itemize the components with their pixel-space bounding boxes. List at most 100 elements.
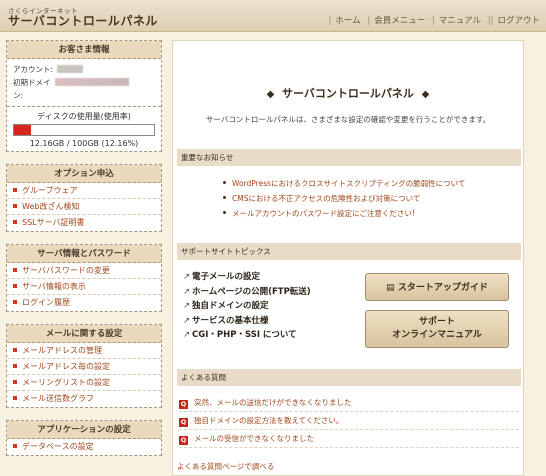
sidebar-link[interactable]: メールアドレスの管理: [22, 346, 102, 355]
topics-list: ↗ 電子メールの設定 ↗ ホームページの公開(FTP転送) ↗ 独自ドメインの設定 ↗…: [183, 270, 311, 343]
domain-label-cont: ン:: [13, 91, 24, 100]
book-icon: ▤: [386, 283, 395, 293]
startup-guide-button[interactable]: ▤ スタートアップガイド: [365, 273, 509, 301]
server-heading: サーバ情報とパスワード: [7, 245, 161, 263]
faq-link[interactable]: 独自ドメインの設定方法を教えてください。: [194, 416, 343, 425]
bullet-icon: [223, 211, 226, 214]
sidebar-link[interactable]: サーバ情報の表示: [22, 282, 86, 291]
news-link[interactable]: メールアカウントのパスワード設定にご注意ください!: [232, 209, 415, 218]
topic-item[interactable]: ↗ ホームページの公開(FTP転送): [183, 285, 311, 300]
mail-heading: メールに関する設定: [7, 325, 161, 343]
account-label: アカウント:: [13, 65, 54, 74]
header-bar: さくらインターネット サーバコントロールパネル | ホーム | 会員メニュー | マニ…: [0, 0, 546, 32]
sidebar-item-mail-graph[interactable]: メール送信数グラフ: [7, 391, 161, 407]
news-heading: 重要なお知らせ: [177, 149, 521, 166]
sidebar-link[interactable]: サーバパスワードの変更: [22, 266, 110, 275]
faq-item: Q 独自ドメインの設定方法を教えてください。: [179, 412, 519, 430]
sidebar-item-groupware[interactable]: グループウェア: [7, 183, 161, 199]
account-box: お客さま情報 アカウント: 初期ドメイ ン: ディスクの使用量(使用率) 12.…: [6, 40, 162, 152]
bullet-icon: [13, 204, 17, 208]
external-link-icon: ↗: [183, 286, 191, 297]
sidebar-item-mailing-list[interactable]: メーリングリストの設定: [7, 375, 161, 391]
diamond-icon: ◆: [421, 89, 430, 100]
diamond-icon: ◆: [266, 89, 275, 100]
faq-link[interactable]: メールの受信ができなくなりました: [194, 434, 314, 443]
page-subtitle: サーバコントロールパネルは、さまざまな設定の確認や変更を行うことができます。: [205, 115, 491, 124]
bullet-icon: [13, 380, 17, 384]
bullet-icon: [13, 284, 17, 288]
sidebar-item-mail-address[interactable]: メールアドレスの管理: [7, 343, 161, 359]
disk-usage-fill: [14, 125, 32, 135]
bullet-icon: [13, 348, 17, 352]
bullet-icon: [13, 396, 17, 400]
news-item: メールアカウントのパスワード設定にご注意ください!: [223, 206, 465, 221]
bullet-icon: [13, 444, 17, 448]
sidebar-link[interactable]: Web改ざん検知: [22, 202, 79, 211]
sidebar-link[interactable]: グループウェア: [22, 186, 78, 195]
question-icon: Q: [179, 436, 188, 445]
sidebar-item-mail-settings[interactable]: メールアドレス毎の設定: [7, 359, 161, 375]
account-heading: お客さま情報: [7, 41, 161, 59]
bullet-icon: [13, 268, 17, 272]
account-value-redacted: [57, 65, 84, 73]
faq-item: Q 突然、メールの送信だけができなくなりました: [179, 394, 519, 412]
page-title: ◆ サーバコントロールパネル ◆: [173, 85, 523, 101]
nav-home-link[interactable]: ホーム: [335, 16, 360, 26]
server-box: サーバ情報とパスワード サーバパスワードの変更 サーバ情報の表示 ログイン履歴: [6, 244, 162, 312]
sidebar-link[interactable]: メール送信数グラフ: [22, 394, 94, 403]
options-box: オプション申込 グループウェア Web改ざん検知 SSLサーバ証明書: [6, 164, 162, 232]
bullet-icon: [13, 188, 17, 192]
question-icon: Q: [179, 400, 188, 409]
news-item: CMSにおける不正アクセスの危険性および対策について: [223, 191, 465, 206]
bullet-icon: [223, 181, 226, 184]
sidebar-item-database[interactable]: データベースの設定: [7, 439, 161, 455]
nav-logout-link[interactable]: ログアウト: [497, 16, 540, 26]
sidebar-link[interactable]: ログイン履歴: [22, 298, 70, 307]
topic-item[interactable]: ↗ 独自ドメインの設定: [183, 299, 311, 314]
sidebar-link[interactable]: メーリングリストの設定: [22, 378, 110, 387]
startup-guide-label: スタートアップガイド: [397, 283, 488, 293]
external-link-icon: ↗: [183, 315, 191, 326]
external-link-icon: ↗: [183, 272, 191, 282]
apps-heading: アプリケーションの設定: [7, 421, 161, 439]
sidebar-item-ssl[interactable]: SSLサーバ証明書: [7, 215, 161, 231]
bullet-icon: [13, 364, 17, 368]
online-manual-button[interactable]: サポート オンラインマニュアル: [365, 310, 509, 348]
nav-member-menu-link[interactable]: 会員メニュー: [374, 16, 425, 26]
topic-link[interactable]: 電子メールの設定: [192, 272, 260, 282]
question-icon: Q: [179, 418, 188, 427]
topic-item[interactable]: ↗ サービスの基本仕様: [183, 314, 311, 329]
disk-usage-heading: ディスクの使用量(使用率): [7, 106, 161, 122]
news-item: WordPressにおけるクロスサイトスクリプティングの脆弱性について: [223, 176, 465, 191]
faq-more-link[interactable]: よくある質問ページで調べる: [177, 461, 274, 472]
news-link[interactable]: WordPressにおけるクロスサイトスクリプティングの脆弱性について: [232, 179, 465, 188]
sidebar-item-password[interactable]: サーバパスワードの変更: [7, 263, 161, 279]
bullet-icon: [13, 300, 17, 304]
topics-heading: サポートサイトトピックス: [177, 243, 521, 260]
topic-item[interactable]: ↗ 電子メールの設定: [183, 270, 311, 285]
nav-manual-link[interactable]: マニュアル: [439, 16, 481, 26]
sidebar-item-web-tamper[interactable]: Web改ざん検知: [7, 199, 161, 215]
sidebar-item-server-info[interactable]: サーバ情報の表示: [7, 279, 161, 295]
account-info: アカウント: 初期ドメイ ン:: [7, 59, 161, 106]
topic-link[interactable]: サービスの基本仕様: [192, 316, 269, 326]
logo-title: サーバコントロールパネル: [8, 14, 158, 28]
topic-item[interactable]: ↗ CGI・PHP・SSI について: [183, 328, 311, 343]
faq-heading: よくある質問: [177, 369, 521, 386]
topic-link[interactable]: 独自ドメインの設定: [192, 301, 269, 311]
options-heading: オプション申込: [7, 165, 161, 183]
sidebar-link[interactable]: メールアドレス毎の設定: [22, 362, 110, 371]
external-link-icon: ↗: [183, 330, 191, 340]
topic-link[interactable]: ホームページの公開(FTP転送): [192, 287, 311, 297]
topic-link[interactable]: CGI・PHP・SSI について: [192, 330, 297, 340]
faq-link[interactable]: 突然、メールの送信だけができなくなりました: [194, 398, 352, 407]
bullet-icon: [13, 220, 17, 224]
news-list: WordPressにおけるクロスサイトスクリプティングの脆弱性について CMSに…: [223, 176, 465, 221]
domain-label: 初期ドメイ: [13, 78, 51, 87]
external-link-icon: ↗: [183, 301, 191, 311]
news-link[interactable]: CMSにおける不正アクセスの危険性および対策について: [232, 194, 420, 203]
mail-box: メールに関する設定 メールアドレスの管理 メールアドレス毎の設定 メーリングリス…: [6, 324, 162, 408]
sidebar-link[interactable]: SSLサーバ証明書: [22, 218, 85, 227]
sidebar-link[interactable]: データベースの設定: [22, 442, 94, 451]
sidebar-item-login-history[interactable]: ログイン履歴: [7, 295, 161, 311]
